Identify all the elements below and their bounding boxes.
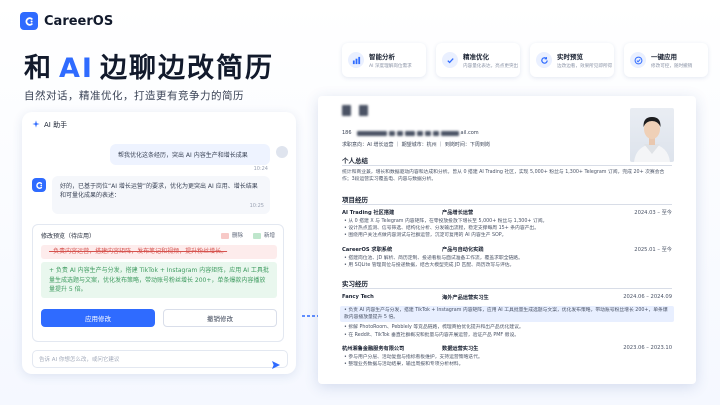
user-avatar [276,146,288,158]
added-line: + 负责 AI 内容生产与分发，搭建 TikTok + Instagram 内容… [41,262,277,298]
chat-input-box [32,350,288,369]
section-divider [342,288,672,289]
hero-title-prefix: 和 [24,53,53,84]
section-divider [342,204,672,205]
user-message: 帮我优化这条经历，突出 AI 内容生产和增长成果 [110,144,270,165]
internships-title: 实习经历 [342,280,368,288]
feature-desc: 内容量化表达，亮点更突出 [463,64,519,69]
apply-changes-button[interactable]: 应用修改 [41,309,155,327]
summary-text: 统计和商业兼，增长和数据驱动内容和达成和分析。曾从 0 搭建 AI Tradin… [342,170,665,182]
internship-bullet: • 在 Reddit、TikTok 垂直社群概况和批量与内容开展运营，验证产品 … [344,333,520,338]
project-bullet: • 搭建岗位池、JD 解析、简历定制、投递看板与面试准备工作流，覆盖求职全链路。 [344,256,523,261]
ai-message: 好的，已基于岗位“AI 增长运营”的要求，优化为更突出 AI 应用、增长结果和可… [52,176,270,214]
deleted-line: - 负责内容运营，搭建内容矩阵，发布笔记和视频，提升粉丝增长。 [41,245,277,259]
internship-row: 杭州湘鲁金融服务有限公司 数据运营实习生 2023.06 – 2023.10 [342,345,672,352]
legend-add: 新增 [252,231,275,239]
feature-desc: 边改边看，效果所见即所得 [557,64,613,69]
chat-input[interactable] [39,353,259,366]
project-row: AI Trading 社区搭建 产品增长运营 2024.03 – 至今 [342,210,672,216]
phone-prefix: 186 [342,130,352,136]
send-icon[interactable] [271,355,281,369]
check-icon [442,52,458,68]
ai-avatar-icon [32,178,46,192]
ai-chat-panel: AI 助手 帮我优化这条经历，突出 AI 内容生产和增长成果 10:24 好的，… [22,112,296,374]
internship-row: Fancy Tech 海外产品运营实习生 2024.06 – 2024.09 [342,294,672,301]
hero-subtitle: 自然对话，精准优化，打造更有竞争力的简历 [24,90,244,102]
internship-bullet-updated: • 负责 AI 内容生产与分发，搭建 TikTok + Instagram 内容… [344,308,668,320]
project-bullet: • 用 SQLite 管理岗位与投递数据，结合大模型完成 JD 匹配、简历改写与… [344,263,515,268]
check-circle-icon [630,52,646,68]
feature-desc: AI 深度理解岗位需求 [369,64,412,69]
internship-bullet: • 参与用户分层、活动复盘与指标看板维护，支持运营策略迭代。 [344,355,483,360]
undo-changes-button[interactable]: 撤销修改 [163,309,277,327]
preview-title: 修改预览（待应用） [41,233,96,240]
resume-preview: 186 ail.com 求职意向：AI 增长运营 ｜ 期望城市：杭州 ｜ 到岗时… [318,96,696,384]
feature-desc: 修改可控，随时撤销 [651,64,693,69]
resume-name-redacted [342,105,368,116]
chat-header: AI 助手 [32,120,67,130]
email-suffix: ail.com [460,130,479,136]
sparkle-icon [32,120,40,130]
feature-card-optimize: 精准优化内容量化表达，亮点更突出 [436,43,520,77]
refresh-icon [536,52,552,68]
hero-title-suffix: 边聊边改简历 [99,53,274,84]
hero-title: 和 AI 边聊边改简历 [24,46,274,85]
profile-photo [630,108,674,162]
feature-title: 精准优化 [463,53,489,61]
brand-name: CareerOS [44,13,114,29]
feature-card-analysis: 智能分析 AI 深度理解岗位需求 [342,43,426,77]
project-bullet: • 设计热点监测、信号筛选、结构化分析、分发输出流程，稳定支撑每周 15+ 条内… [344,226,540,231]
feature-list: 智能分析 AI 深度理解岗位需求 精准优化内容量化表达，亮点更突出 实时预览边改边… [342,43,708,77]
chart-icon [348,52,364,68]
project-bullet: • 从 0 搭建 X 与 Telegram 内容矩阵，在零投放投放下增长至 5,… [344,219,548,224]
internship-bullet: • 拆解 PhotoRoom、Pebblely 等竞品链路，梳理商拍优化提升和出… [344,325,524,330]
ai-message-time: 10:25 [249,203,264,209]
feature-title: 一键应用 [651,53,677,61]
projects-title: 项目经历 [342,196,368,204]
careeros-logo-icon [20,12,38,30]
project-row: CareerOS 求职系统 产品与自动化实践 2025.01 – 至今 [342,247,672,253]
feature-card-preview: 实时预览边改边看，效果所见即所得 [530,43,614,77]
summary-title: 个人总结 [342,157,368,165]
chat-title: AI 助手 [44,121,68,129]
hero-title-ai: AI [59,53,94,84]
project-bullet: • 围绕用户关注点做内容测试与社群运营，沉淀可复用的 AI 内容生产 SOP。 [344,233,507,238]
feature-card-apply: 一键应用修改可控，随时撤销 [624,43,708,77]
diff-legend: 删除 新增 [220,231,275,239]
legend-delete: 删除 [220,231,243,239]
section-divider [342,165,672,166]
ai-message-text: 好的，已基于岗位“AI 增长运营”的要求，优化为更突出 AI 应用、增长结果和可… [60,183,258,199]
feature-title: 智能分析 [369,53,395,61]
user-message-time: 10:24 [253,166,268,172]
internship-bullet: • 整理业务数据与活动结果，输出周报和专项分析材料。 [344,362,464,367]
resume-contact: 186 ail.com [342,130,479,136]
job-intent: 求职意向：AI 增长运营 ｜ 期望城市：杭州 ｜ 到岗时间：下周到岗 [342,142,490,148]
brand: CareerOS [20,12,113,30]
feature-title: 实时预览 [557,53,583,61]
edit-preview-card: 修改预览（待应用） 删除 新增 - 负责内容运营，搭建内容矩阵，发布笔记和视频，… [32,224,284,342]
